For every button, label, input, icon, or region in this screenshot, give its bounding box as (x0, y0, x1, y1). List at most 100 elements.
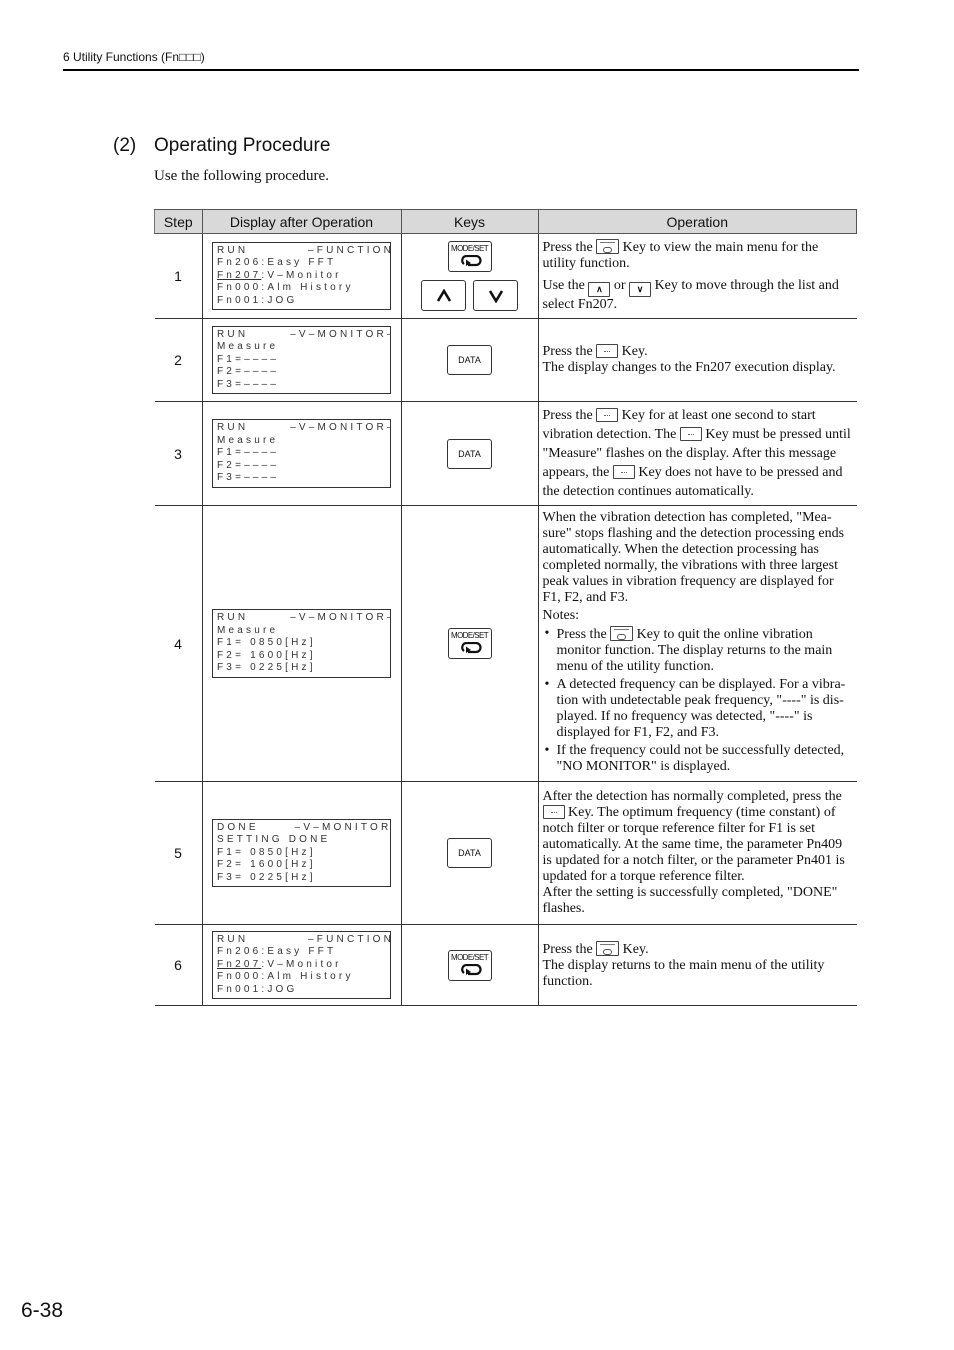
operation-text: Use the (542, 278, 585, 293)
data-key-icon (612, 465, 635, 479)
running-header: 6 Utility Functions (Fn□□□) (63, 50, 205, 64)
lcd-line: F2= 1600[Hz] (217, 859, 316, 871)
column-header-display: Display after Operation (201, 209, 402, 234)
display-cell: RUN –FUNCTION– Fn206:Easy FFT Fn207:V–Moni… (201, 924, 402, 1006)
column-header-keys: Keys (400, 209, 539, 234)
keys-cell: DATA (400, 781, 539, 925)
operation-text: The display changes to the Fn207 executi… (542, 360, 836, 375)
operation-text: Key. The optimum frequency (time constan… (542, 805, 845, 884)
operation-text: The display returns to the main menu of … (542, 957, 825, 989)
operation-text: Key to move through the list and select … (542, 278, 839, 312)
table-row: 1 RUN –FUNCTION– Fn206:Easy FFT Fn207:V–Mo… (154, 233, 857, 319)
display-cell: RUN –V–MONITOR– Measure F1=–––– F2=–––– F3=–… (201, 318, 402, 402)
operation-text: Press the (542, 344, 593, 359)
mode-set-key[interactable]: MODE/SET (447, 949, 492, 981)
lcd-line: F2=–––– (217, 366, 280, 378)
data-key[interactable]: DATA (447, 345, 492, 375)
mode-set-key-icon (596, 940, 620, 956)
display-cell: DONE –V–MONITOR– SETTING DONE F1= 0850[Hz]… (201, 781, 402, 925)
lcd-line: Measure (217, 434, 279, 446)
table-row: 2 RUN –V–MONITOR– Measure F1=–––– F2=–––– F3… (154, 318, 857, 402)
lcd-line: SETTING DONE (217, 834, 331, 846)
lcd-line: F1= 0850[Hz] (217, 637, 316, 649)
lcd-line: Fn000:Alm History (217, 971, 354, 983)
key-label: MODE/SET (451, 244, 489, 253)
lcd-line: RUN –V–MONITOR– (217, 328, 391, 340)
display-cell: RUN –V–MONITOR– Measure F1= 0850[Hz] F2= 16… (201, 505, 402, 782)
up-key-icon: ∧ (588, 282, 611, 297)
keys-cell: MODE/SET (400, 233, 539, 319)
down-key[interactable] (473, 280, 518, 311)
mode-set-key[interactable]: MODE/SET (447, 628, 492, 659)
lcd-line: RUN –V–MONITOR– (217, 612, 391, 624)
return-arrow-icon (460, 255, 482, 267)
lcd-display: RUN –FUNCTION– Fn206:Easy FFT Fn207:V–Moni… (212, 930, 391, 1000)
lcd-line: Fn001:JOG (217, 983, 298, 995)
intro-text: Use the following procedure. (154, 168, 329, 184)
lcd-line: Fn207:V–Monitor (217, 270, 386, 283)
lcd-line: RUN –FUNCTION– (217, 244, 391, 256)
procedure-table: Step Display after Operation Keys Operat… (154, 209, 857, 1006)
chevron-up-icon (436, 288, 451, 302)
note-item: Press the Key to quit the online vibrati… (543, 626, 852, 675)
step-number: 3 (154, 401, 203, 506)
operation-cell: When the vibration detection has complet… (537, 505, 857, 782)
operation-text: Press the (542, 941, 593, 957)
header-rule (63, 69, 859, 71)
lcd-line-text: :V–Monitor (261, 269, 342, 281)
key-label: MODE/SET (451, 952, 489, 962)
operation-text: Key. (622, 941, 649, 957)
lcd-selected-item: Fn207 (217, 958, 262, 970)
lcd-display: RUN –V–MONITOR– Measure F1=–––– F2=–––– F3=–… (212, 325, 391, 395)
operation-text: Key. (621, 344, 648, 359)
lcd-line: Fn206:Easy FFT (217, 257, 337, 269)
operation-cell: Press the Key. The display changes to th… (537, 318, 857, 402)
lcd-display: DONE –V–MONITOR– SETTING DONE F1= 0850[Hz]… (212, 818, 391, 888)
display-cell: RUN –FUNCTION– Fn206:Easy FFT Fn207:V–Moni… (201, 233, 402, 319)
table-header-row: Step Display after Operation Keys Operat… (154, 209, 857, 234)
data-key[interactable]: DATA (447, 438, 492, 469)
lcd-line: RUN –FUNCTION– (217, 933, 391, 945)
lcd-line: F2= 1600[Hz] (217, 649, 316, 661)
return-arrow-icon (460, 963, 482, 975)
operation-text: After the detection has normally complet… (542, 789, 842, 804)
lcd-line: Measure (217, 624, 279, 636)
up-key[interactable] (421, 280, 466, 311)
column-header-step: Step (154, 209, 203, 234)
lcd-line: Fn206:Easy FFT (217, 946, 337, 958)
operation-text: After the setting is successfully comple… (542, 885, 838, 916)
note-item: If the frequency could not be successful… (543, 743, 852, 775)
step-number: 2 (154, 318, 203, 402)
lcd-line-text: :V–Monitor (261, 958, 342, 970)
lcd-selected-item: Fn207 (217, 269, 262, 281)
operation-text: or (613, 278, 626, 293)
lcd-line: Fn207:V–Monitor (217, 959, 386, 972)
notes-list: Press the Key to quit the online vibrati… (543, 626, 852, 775)
data-key[interactable]: DATA (447, 838, 492, 868)
lcd-display: RUN –V–MONITOR– Measure F1=–––– F2=–––– F3=–… (212, 419, 391, 488)
data-key-icon (596, 408, 619, 422)
notes-label: Notes: (542, 608, 580, 623)
operation-cell: After the detection has normally complet… (537, 781, 857, 925)
column-header-operation: Operation (537, 209, 857, 234)
table-row: 5 DONE –V–MONITOR– SETTING DONE F1= 0850[H… (154, 781, 857, 925)
table-row: 6 RUN –FUNCTION– Fn206:Easy FFT Fn207:V–Mo… (154, 924, 857, 1006)
return-arrow-icon (460, 642, 482, 654)
lcd-line: F3=–––– (217, 472, 280, 484)
note-item: A detected frequency can be displayed. F… (543, 677, 852, 741)
mode-set-key-icon (596, 239, 620, 254)
lcd-line: Fn001:JOG (217, 294, 298, 306)
section-number: (2) (113, 135, 137, 156)
lcd-line: Measure (217, 341, 279, 353)
table-row: 3 RUN –V–MONITOR– Measure F1=–––– F2=–––– F3… (154, 401, 857, 506)
lcd-display: RUN –FUNCTION– Fn206:Easy FFT Fn207:V–Moni… (212, 241, 391, 311)
mode-set-key[interactable]: MODE/SET (447, 241, 492, 272)
lcd-line: F1= 0850[Hz] (217, 846, 316, 858)
data-key-icon (679, 427, 702, 441)
lcd-line: F3= 0225[Hz] (217, 871, 316, 883)
step-number: 1 (154, 233, 203, 319)
lcd-line: F1=–––– (217, 353, 280, 365)
keys-cell: MODE/SET (400, 505, 539, 782)
down-key-icon: ∨ (629, 282, 652, 297)
section-title: (2) Operating Procedure (113, 135, 330, 157)
